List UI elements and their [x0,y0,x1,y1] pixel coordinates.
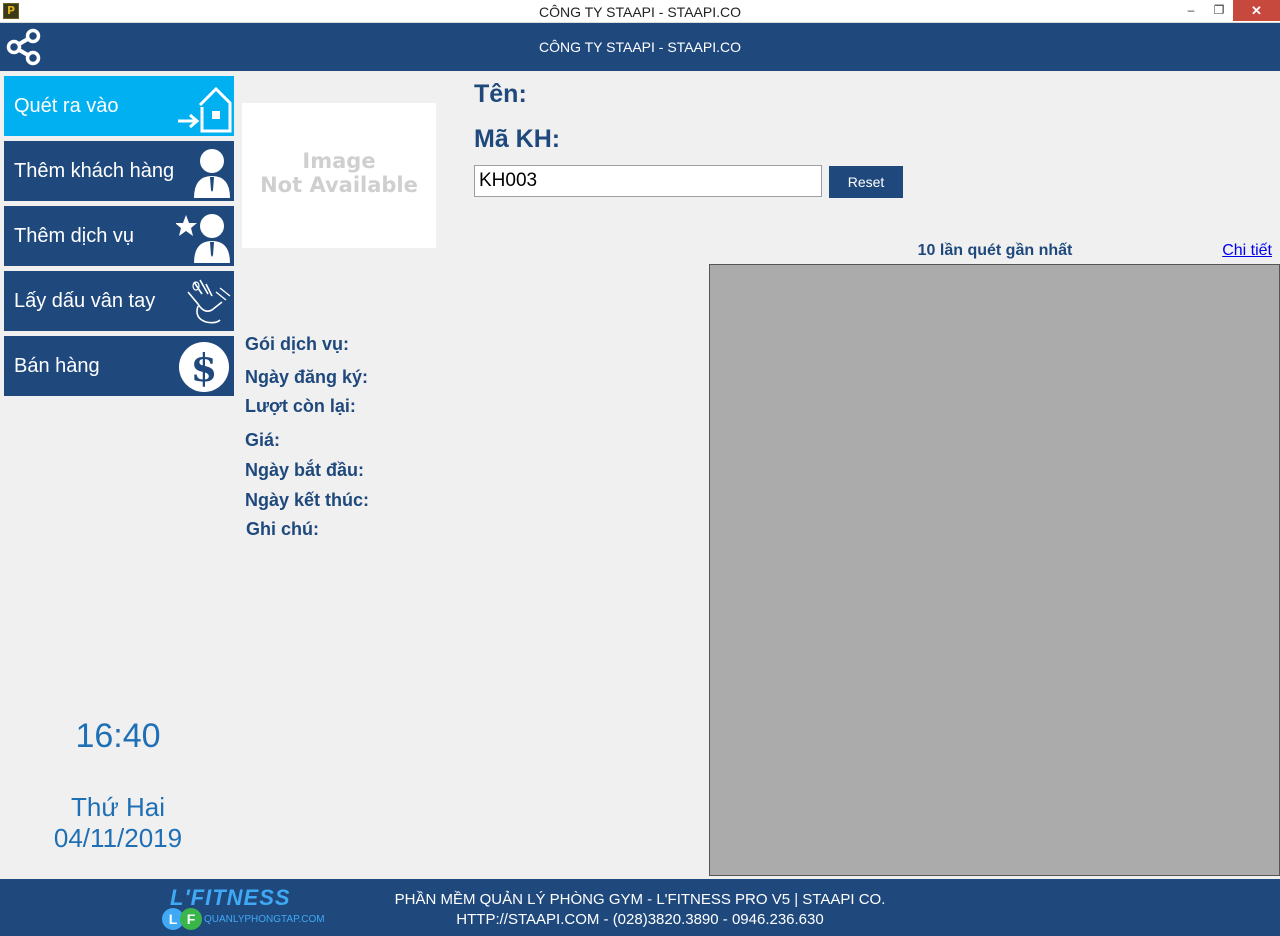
footer-lf-logo: L F QUANLYPHONGTAP.COM [162,908,325,930]
menu-fingerprint[interactable]: Lấy dấu vân tay [4,271,234,331]
recent-scans-title: 10 lần quét gần nhất [917,242,1073,259]
fingerprint-hand-icon [187,279,231,324]
star-user-icon [176,214,230,263]
start-date-label: Ngày bắt đầu: [245,460,365,480]
app-header: CÔNG TY STAAPI - STAAPI.CO [0,23,1280,71]
footer-line2: HTTP://STAAPI.COM - (028)3820.3890 - 094… [456,911,824,928]
menu-add-service[interactable]: Thêm dịch vụ [4,206,234,266]
window-title-bar: P CÔNG TY STAAPI - STAAPI.CO – ❐ ✕ [0,0,1280,23]
minimize-button[interactable]: – [1177,0,1205,21]
menu-scan-in-out[interactable]: Quét ra vào [4,76,234,136]
clock-day: Thứ Hai [71,792,165,822]
recent-scans-panel[interactable] [709,264,1280,876]
logo-f: F [180,908,202,930]
menu-sales[interactable]: Bán hàng $ [4,336,234,396]
user-icon [194,149,230,198]
window-title: CÔNG TY STAAPI - STAAPI.CO [538,4,741,20]
menu-label: Thêm dịch vụ [14,225,135,247]
footer: L'FITNESS L F QUANLYPHONGTAP.COM PHẦN MỀ… [0,879,1280,936]
close-button[interactable]: ✕ [1233,0,1280,21]
restore-button[interactable]: ❐ [1205,0,1233,21]
customer-name-label: Tên: [474,80,527,108]
package-label: Gói dịch vụ: [245,334,350,354]
menu-label: Quét ra vào [14,95,119,117]
clock-time: 16:40 [75,717,161,755]
menu-label: Thêm khách hàng [14,160,175,182]
detail-link[interactable]: Chi tiết [1222,242,1272,260]
remaining-label: Lượt còn lại: [245,396,356,416]
footer-line1: PHẦN MỀM QUẢN LÝ PHÒNG GYM - L'FITNESS P… [394,891,886,908]
customer-code-input[interactable] [474,165,822,197]
menu-label: Bán hàng [14,355,100,377]
footer-site: QUANLYPHONGTAP.COM [204,913,325,925]
photo-line2: Not Available [260,173,418,197]
svg-text:$: $ [191,345,217,390]
menu-label: Lấy dấu vân tay [14,290,156,312]
price-label: Giá: [245,430,281,450]
customer-photo-placeholder: Image Not Available [242,103,436,248]
register-date-label: Ngày đăng ký: [245,367,369,387]
enter-house-icon [178,86,232,133]
end-date-label: Ngày kết thúc: [245,490,370,510]
customer-code-label: Mã KH: [474,125,561,153]
note-label: Ghi chú: [246,519,319,539]
menu-add-customer[interactable]: Thêm khách hàng [4,141,234,201]
photo-line1: Image [302,149,376,173]
window-controls: – ❐ ✕ [1177,0,1280,21]
header-title: CÔNG TY STAAPI - STAAPI.CO [538,39,741,55]
clock-date: 04/11/2019 [53,823,183,853]
dollar-icon: $ [179,342,229,392]
reset-button[interactable]: Reset [829,166,903,198]
